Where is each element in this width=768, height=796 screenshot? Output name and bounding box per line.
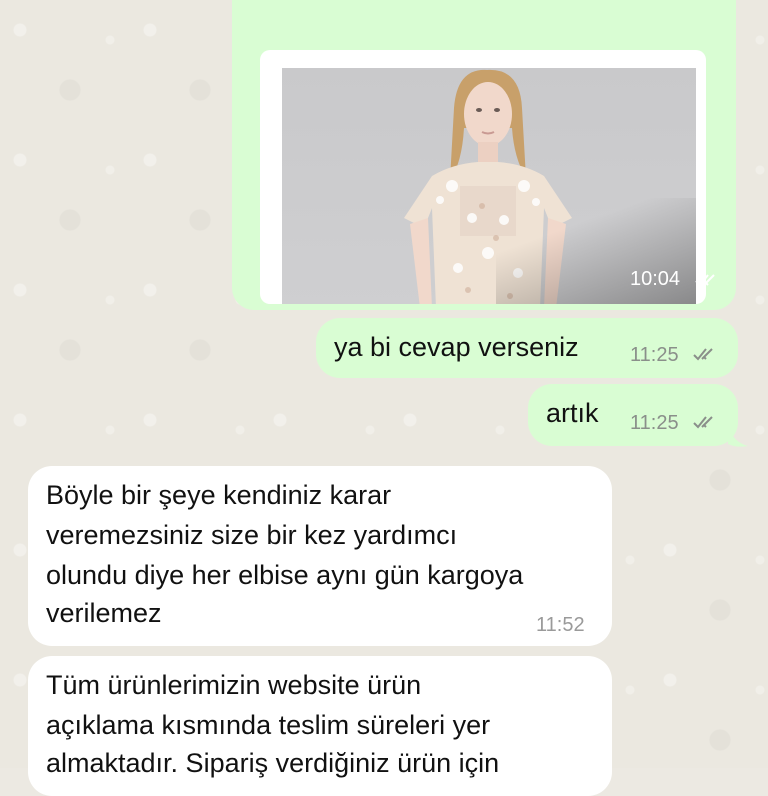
message-line: açıklama kısmında teslim süreleri yer bbox=[46, 710, 491, 740]
message-time: 11:25 bbox=[630, 344, 679, 366]
message-line: olundu diye her elbise aynı gün kargoya bbox=[46, 560, 524, 590]
outgoing-message-bubble[interactable]: artık 11:25 bbox=[528, 384, 738, 446]
message-text: ya bi cevap verseniz bbox=[334, 332, 579, 362]
message-line: Böyle bir şeye kendiniz karar bbox=[46, 480, 392, 510]
bubble-tail bbox=[728, 424, 748, 447]
message-time: 10:04 bbox=[630, 268, 681, 290]
message-text: artık bbox=[546, 398, 599, 428]
incoming-message-bubble[interactable]: Tüm ürünlerimizin website ürün açıklama … bbox=[28, 656, 612, 796]
message-line: Tüm ürünlerimizin website ürün bbox=[46, 670, 422, 700]
message-line: almaktadır. Sipariş verdiğiniz ürün için bbox=[46, 748, 500, 778]
double-check-icon bbox=[693, 348, 713, 361]
message-time: 11:25 bbox=[630, 412, 679, 434]
message-line: veremezsiniz size bir kez yardımcı bbox=[46, 520, 458, 550]
incoming-message-bubble[interactable]: Böyle bir şeye kendiniz karar veremezsin… bbox=[28, 466, 612, 646]
image-message-bubble[interactable]: 10:04 bbox=[232, 0, 736, 310]
outgoing-message-bubble[interactable]: ya bi cevap verseniz 11:25 bbox=[316, 318, 738, 378]
double-check-icon bbox=[693, 416, 713, 429]
double-check-icon bbox=[695, 274, 715, 287]
link-preview-card[interactable] bbox=[260, 50, 706, 304]
message-line: verilemez bbox=[46, 598, 162, 628]
message-time: 11:52 bbox=[536, 614, 585, 636]
